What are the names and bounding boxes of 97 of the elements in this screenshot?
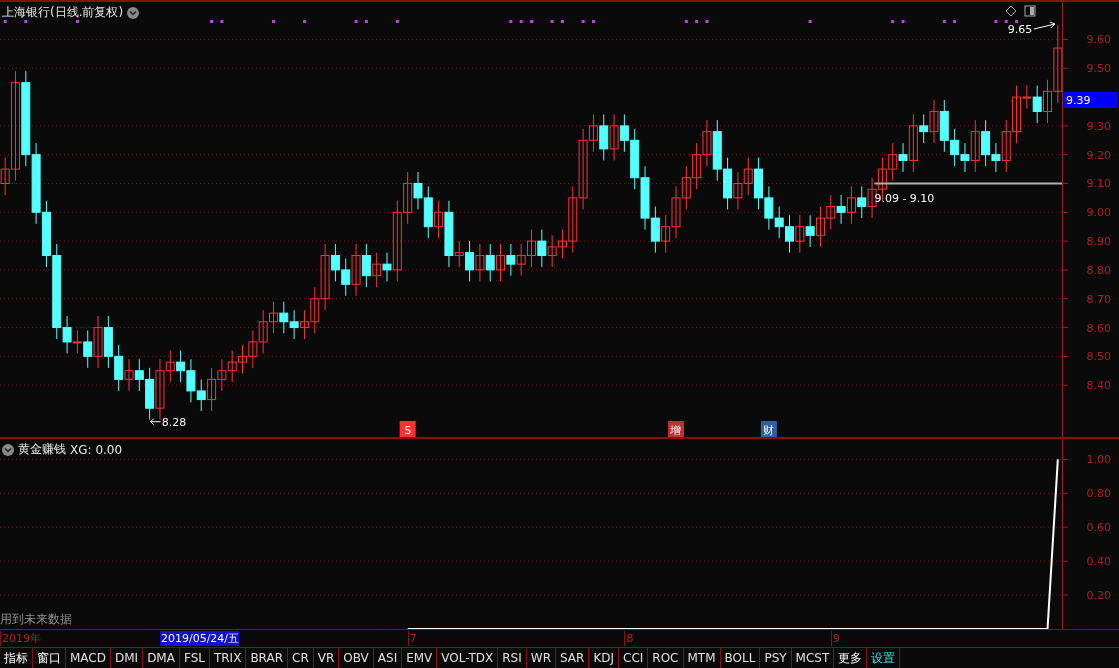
arrow-icon [1033, 21, 1056, 30]
candle [124, 358, 134, 392]
candle [423, 185, 433, 239]
candle [692, 142, 702, 190]
axis-label: 9.60 [1086, 33, 1111, 47]
axis-label: 0.60 [1086, 521, 1111, 535]
candle [258, 309, 268, 354]
axis-label: 1.00 [1086, 453, 1111, 467]
candle [41, 200, 51, 268]
candle [238, 344, 248, 375]
candle [217, 358, 227, 392]
axis-label: 9.00 [1086, 206, 1111, 220]
axis-label: 0.80 [1086, 487, 1111, 501]
low-price-label: 8.28 [161, 415, 187, 429]
indicator-title: 黄金赚钱 [18, 441, 66, 458]
candle [196, 378, 206, 412]
candle [527, 229, 536, 268]
panel-toggle-icon[interactable] [1024, 5, 1036, 17]
chart-title: 上海银行(日线.前复权) [2, 4, 124, 21]
axis-label: 9.30 [1086, 119, 1111, 133]
price-tag: 9.39 [1064, 91, 1118, 108]
axis-label: 8.40 [1086, 379, 1111, 393]
candle [248, 329, 258, 369]
candle [227, 350, 237, 383]
candle [671, 185, 681, 239]
candle [341, 257, 351, 297]
candle [93, 315, 103, 369]
candle [413, 171, 423, 210]
high-price-label: 9.65 [1007, 23, 1033, 37]
candle [836, 194, 846, 225]
candle [681, 165, 691, 210]
candle [506, 243, 516, 277]
event-marker[interactable]: 增 [668, 421, 684, 437]
candle [351, 243, 361, 297]
diamond-icon[interactable] [1005, 5, 1017, 17]
candle [650, 206, 660, 254]
axis-label: 0.40 [1086, 555, 1111, 569]
axis-label: 9.50 [1086, 62, 1111, 76]
axis-label: 8.90 [1086, 235, 1111, 249]
candle [372, 252, 382, 288]
axis-label: 8.80 [1086, 263, 1111, 277]
arrow-icon [150, 418, 162, 426]
axis-label: 8.70 [1086, 292, 1111, 306]
candle [279, 301, 289, 334]
candle [702, 119, 712, 167]
candle [516, 243, 526, 277]
candle [785, 214, 794, 254]
event-marker[interactable]: S [399, 421, 416, 437]
date-label: 2019/05/24/五 [159, 631, 240, 646]
axis-label: 8.50 [1086, 350, 1111, 364]
candle [774, 206, 784, 239]
indicator-reading: XG: 0.00 [70, 442, 123, 457]
candle [743, 157, 753, 196]
candle [103, 315, 113, 369]
candle [485, 243, 495, 282]
candle [867, 177, 877, 219]
axis-label: 9.20 [1086, 148, 1111, 162]
axis-label: 9.10 [1086, 177, 1111, 191]
candle [733, 171, 743, 210]
candle [723, 157, 733, 210]
candle [599, 113, 609, 161]
candle [176, 350, 186, 383]
candle [846, 185, 856, 225]
candle [939, 99, 949, 153]
candle [815, 206, 825, 248]
candle [475, 243, 485, 282]
warning-note: 用到未来数据 [0, 611, 72, 628]
candle [114, 344, 124, 392]
candle [857, 185, 867, 219]
dropdown-icon[interactable] [2, 443, 14, 456]
candle [661, 214, 671, 254]
axis-label: 8.60 [1086, 321, 1111, 335]
candle [805, 214, 815, 248]
candle [547, 234, 557, 268]
candle [207, 367, 217, 412]
axis-label: 0.20 [1086, 589, 1111, 603]
candle [754, 157, 764, 210]
candle [361, 243, 371, 288]
candle [609, 113, 619, 161]
candle [826, 194, 836, 231]
event-marker[interactable]: 财 [760, 421, 777, 437]
candle [950, 128, 960, 167]
date-label: 9 [830, 631, 840, 646]
date-label: 8 [624, 631, 634, 646]
date-label: 7 [407, 631, 417, 646]
dropdown-icon[interactable] [127, 6, 140, 19]
candle [888, 142, 898, 182]
candle [289, 309, 299, 340]
candle [186, 358, 196, 403]
candle [640, 165, 650, 231]
candle [764, 185, 774, 231]
candle [537, 229, 547, 268]
candle [269, 301, 278, 334]
candle [795, 214, 805, 254]
date-label: 2019年 [0, 631, 41, 646]
candle [712, 119, 722, 182]
candle [496, 243, 506, 282]
